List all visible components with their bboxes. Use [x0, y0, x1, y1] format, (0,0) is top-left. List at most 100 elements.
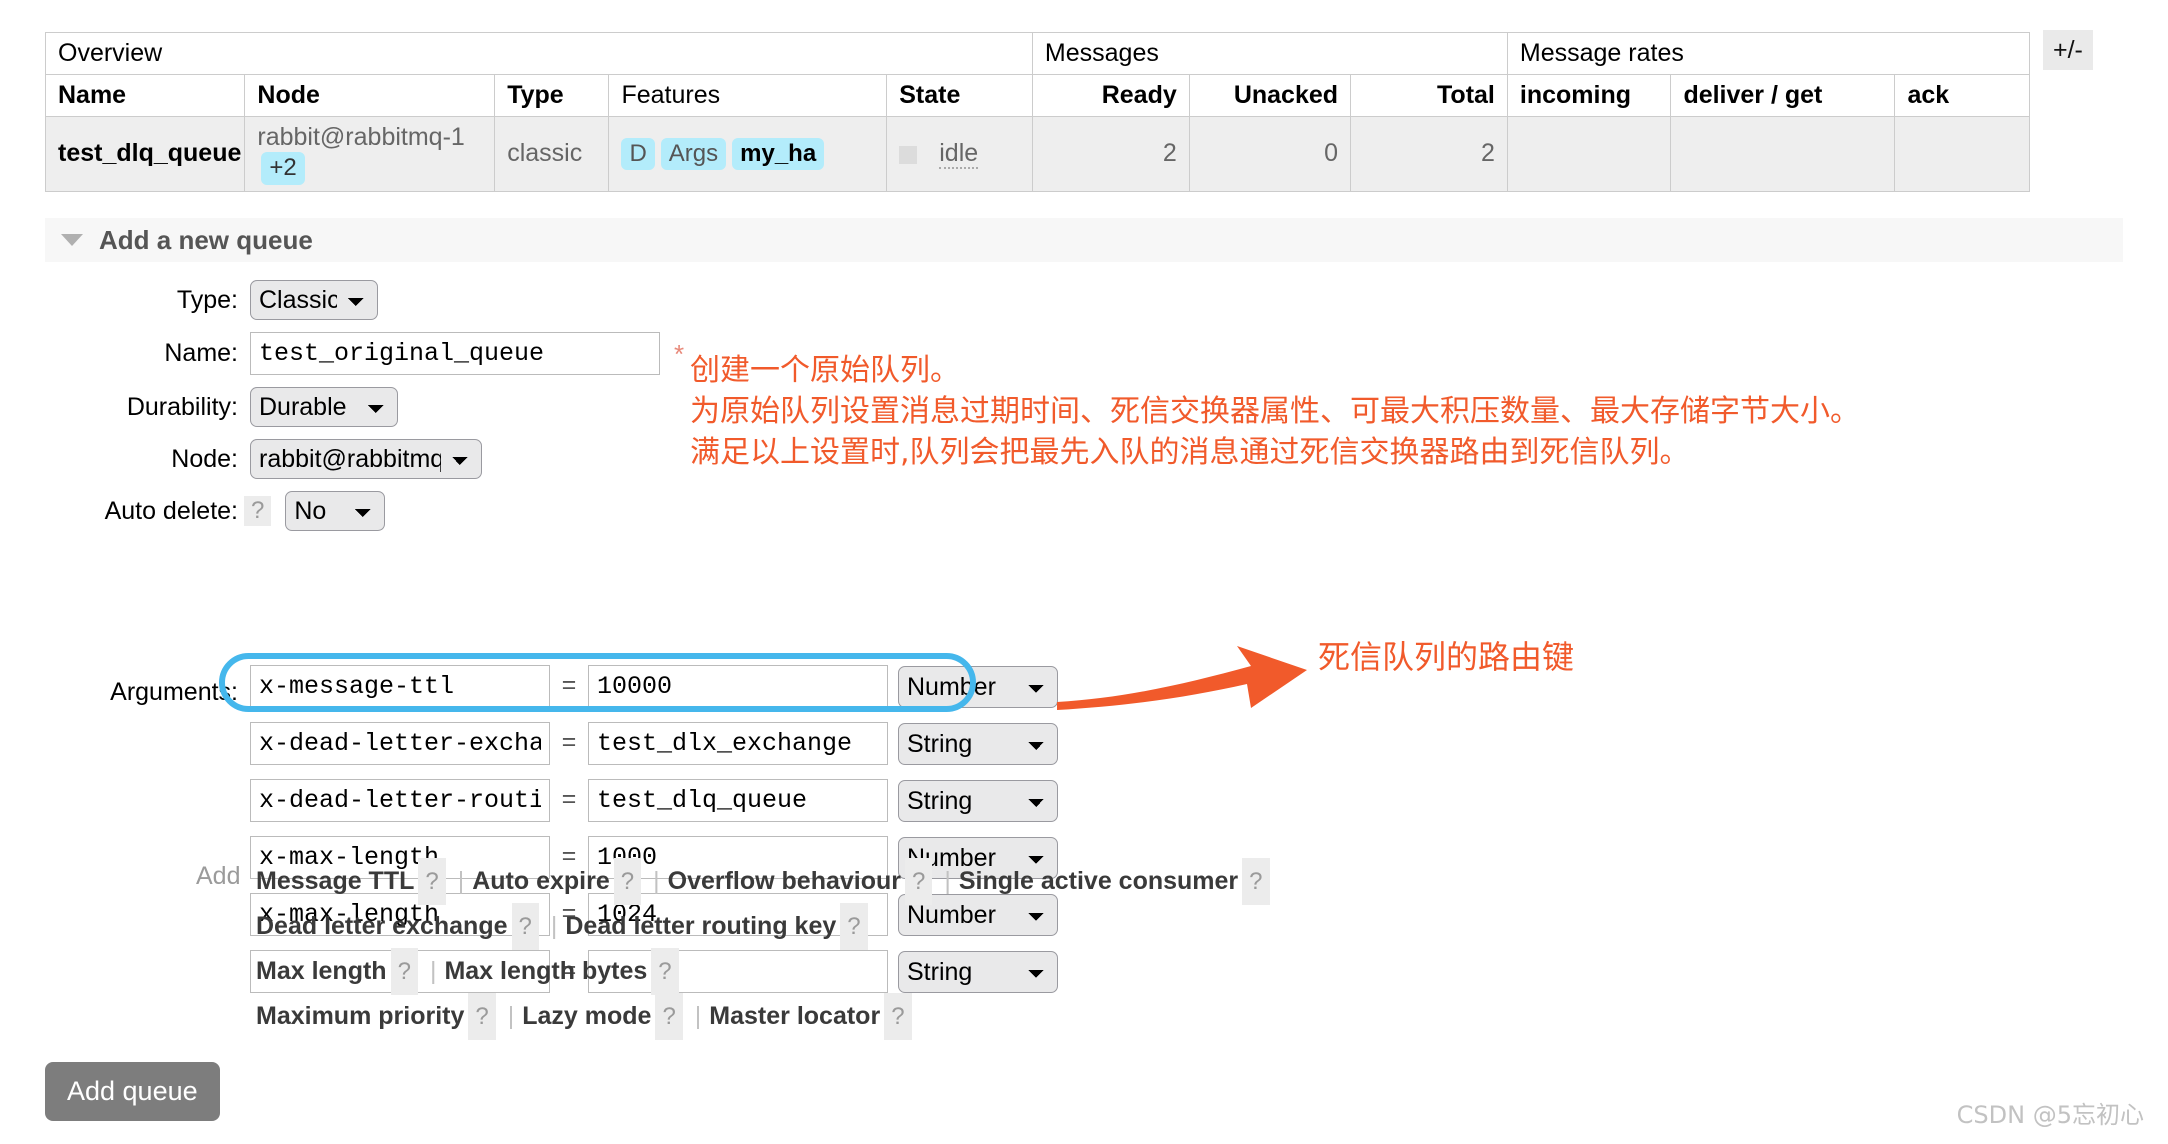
durability-select[interactable]: Durable: [250, 387, 398, 427]
argument-key-input[interactable]: [250, 779, 550, 822]
help-icon[interactable]: ?: [390, 948, 418, 995]
node-extra-badge[interactable]: +2: [261, 152, 305, 185]
separator: |: [944, 867, 951, 895]
column-header-total[interactable]: Total: [1350, 74, 1508, 117]
triangle-down-icon[interactable]: [61, 234, 83, 246]
equals-sign: =: [561, 786, 577, 815]
add-new-queue-section-header[interactable]: Add a new queue: [45, 218, 2123, 262]
column-header-ready[interactable]: Ready: [1031, 74, 1190, 117]
table-column-header-row: Name Node Type Features State Ready Unac…: [44, 74, 2030, 117]
cell-ack: [1894, 116, 2030, 192]
help-icon[interactable]: ?: [511, 903, 539, 950]
argument-row: = String: [250, 715, 1058, 772]
equals-sign: =: [561, 729, 577, 758]
help-icon[interactable]: ?: [840, 903, 868, 950]
cell-ready: 2: [1031, 116, 1190, 192]
feature-badge-args: Args: [660, 137, 727, 171]
node-select[interactable]: rabbit@rabbitmq-1: [250, 439, 482, 479]
cell-state: idle: [886, 116, 1033, 192]
watermark: CSDN @5忘初心: [1956, 1101, 2144, 1129]
queue-name-input[interactable]: [250, 332, 660, 375]
argument-type-select[interactable]: String: [898, 722, 1058, 765]
annotation-line-3: 满足以上设置时,队列会把最先入队的消息通过死信交换器路由到死信队列。: [690, 435, 1690, 470]
column-header-deliver-get[interactable]: deliver / get: [1670, 74, 1896, 117]
preset-line: Max length? | Max length bytes?: [256, 948, 1274, 995]
auto-delete-text: Auto delete:: [104, 496, 238, 525]
node-name: rabbit@rabbitmq-1: [257, 123, 465, 151]
separator: |: [550, 912, 558, 940]
separator: |: [457, 867, 465, 895]
column-header-name[interactable]: Name: [44, 74, 246, 117]
preset-max-length-bytes[interactable]: Max length bytes: [444, 957, 647, 985]
preset-single-active-consumer[interactable]: Single active consumer: [959, 867, 1238, 895]
label-type: Type:: [176, 285, 238, 314]
add-label: Add: [196, 862, 241, 890]
label-durability: Durability:: [126, 392, 238, 421]
preset-maximum-priority[interactable]: Maximum priority: [256, 1002, 464, 1030]
column-header-state[interactable]: State: [886, 74, 1033, 117]
type-select[interactable]: Classic: [250, 280, 378, 320]
help-icon[interactable]: ?: [651, 948, 679, 995]
column-header-features[interactable]: Features: [608, 74, 888, 117]
form-row-auto-delete: Auto delete: ? No: [45, 491, 1445, 531]
argument-value-input[interactable]: [588, 779, 888, 822]
preset-lazy-mode[interactable]: Lazy mode: [522, 1002, 651, 1030]
column-header-incoming[interactable]: incoming: [1506, 74, 1672, 117]
help-icon[interactable]: ?: [655, 993, 683, 1040]
state-indicator-icon: [899, 145, 918, 164]
separator: |: [694, 1002, 702, 1030]
section-title: Add a new queue: [99, 224, 313, 255]
cell-unacked: 0: [1188, 116, 1352, 192]
annotation-arrow-icon: [1057, 646, 1307, 710]
argument-value-input[interactable]: [588, 722, 888, 765]
feature-badge-policy: my_ha: [732, 137, 825, 171]
argument-presets: Add Message TTL? | Auto expire? | Overflow b…: [196, 858, 1274, 1040]
column-header-ack[interactable]: ack: [1894, 74, 2030, 117]
preset-max-length[interactable]: Max length: [256, 957, 387, 985]
preset-dead-letter-routing-key[interactable]: Dead letter routing key: [565, 912, 836, 940]
help-icon[interactable]: ?: [884, 993, 912, 1040]
preset-auto-expire[interactable]: Auto expire: [472, 867, 610, 895]
preset-overflow-behaviour[interactable]: Overflow behaviour: [668, 867, 901, 895]
argument-type-select[interactable]: String: [898, 779, 1058, 822]
preset-line: Message TTL? | Auto expire? | Overflow behav…: [256, 858, 1274, 905]
cell-deliver-get: [1670, 116, 1896, 192]
argument-key-input[interactable]: [250, 665, 550, 708]
argument-key-input[interactable]: [250, 722, 550, 765]
cell-node: rabbit@rabbitmq-1+2: [244, 116, 496, 192]
cell-type: classic: [494, 116, 610, 192]
argument-type-select[interactable]: Number: [898, 665, 1058, 708]
auto-delete-help-icon[interactable]: ?: [244, 496, 272, 526]
column-header-unacked[interactable]: Unacked: [1188, 74, 1352, 117]
queues-overview-table: Overview Messages Message rates Name Nod…: [44, 32, 2031, 192]
argument-value-input[interactable]: [588, 665, 888, 708]
label-node: Node:: [171, 444, 238, 473]
help-icon[interactable]: ?: [468, 993, 496, 1040]
argument-row-highlighted: = String: [250, 772, 1058, 829]
label-name: Name:: [164, 339, 238, 367]
annotation-description: 创建一个原始队列。 为原始队列设置消息过期时间、死信交换器属性、可最大积压数量、…: [690, 350, 1860, 473]
preset-master-locator[interactable]: Master locator: [709, 1002, 880, 1030]
preset-message-ttl[interactable]: Message TTL: [256, 867, 414, 895]
separator: |: [507, 1002, 515, 1030]
separator: |: [429, 957, 437, 985]
annotation-line-1: 创建一个原始队列。: [690, 353, 960, 388]
column-header-node[interactable]: Node: [244, 74, 496, 117]
cell-queue-name[interactable]: test_dlq_queue: [44, 116, 246, 192]
help-icon[interactable]: ?: [905, 858, 933, 905]
group-messages: Messages: [1031, 32, 1508, 75]
toggle-columns-button[interactable]: +/-: [2043, 30, 2093, 70]
cell-total: 2: [1350, 116, 1508, 192]
annotation-line-2: 为原始队列设置消息过期时间、死信交换器属性、可最大积压数量、最大存储字节大小。: [690, 394, 1860, 429]
argument-row: = Number: [250, 658, 1058, 715]
table-group-header-row: Overview Messages Message rates: [45, 32, 2031, 75]
table-row[interactable]: test_dlq_queue rabbit@rabbitmq-1+2 class…: [44, 116, 2030, 192]
help-icon[interactable]: ?: [613, 858, 642, 905]
preset-line: Maximum priority? | Lazy mode? | Master loca…: [256, 993, 1274, 1040]
auto-delete-select[interactable]: No: [285, 491, 386, 531]
help-icon[interactable]: ?: [418, 858, 446, 905]
column-header-type[interactable]: Type: [494, 74, 610, 117]
preset-dead-letter-exchange[interactable]: Dead letter exchange: [256, 912, 508, 940]
add-queue-button[interactable]: Add queue: [45, 1062, 220, 1121]
help-icon[interactable]: ?: [1242, 858, 1270, 905]
